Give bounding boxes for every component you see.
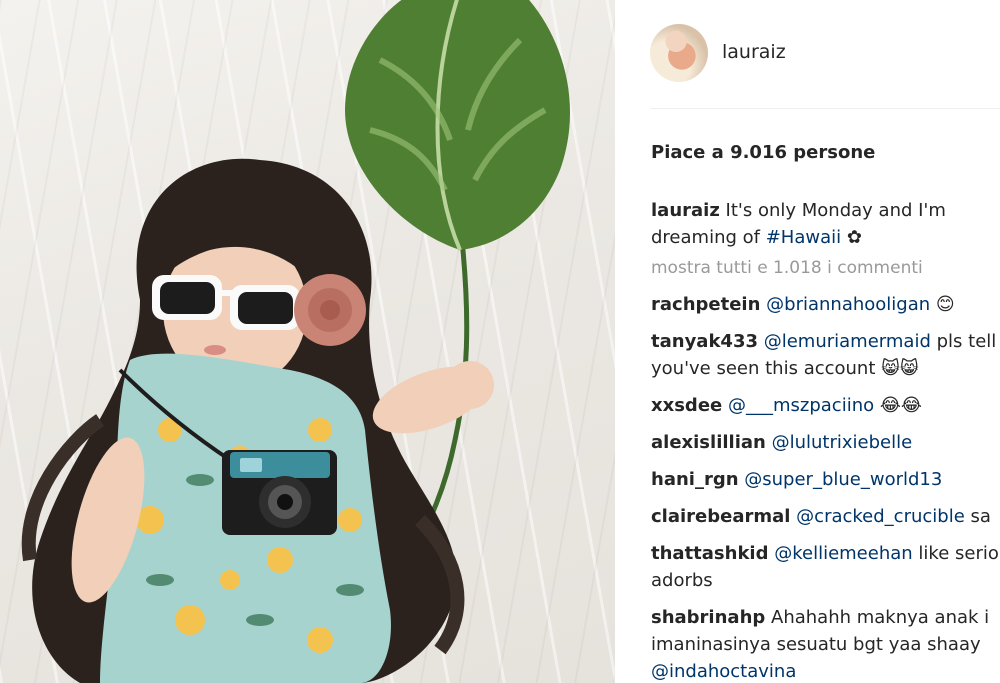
- comment-item: rachpetein @briannahooligan 😊: [651, 291, 1000, 318]
- likes-count[interactable]: Piace a 9.016 persone: [651, 142, 875, 163]
- post-photo[interactable]: [0, 0, 615, 683]
- comment-text: 😊: [935, 294, 955, 315]
- comment-mention[interactable]: @briannahooligan: [766, 294, 930, 315]
- hashtag-link[interactable]: #Hawaii: [766, 227, 841, 248]
- comment-text: like serio: [918, 543, 999, 564]
- comment-item: clairebearmal @cracked_crucible sa: [651, 503, 1000, 530]
- post-username[interactable]: lauraiz: [722, 41, 786, 63]
- comment-username[interactable]: xxsdee: [651, 395, 722, 416]
- comment-mention[interactable]: @kelliemeehan: [774, 543, 912, 564]
- comment-item: shabrinahp Ahahahh maknya anak i imanina…: [651, 604, 1000, 683]
- header-divider: [650, 108, 1000, 109]
- comment-username[interactable]: alexislillian: [651, 432, 766, 453]
- comment-mention[interactable]: @___mszpaciino: [728, 395, 874, 416]
- comment-mention[interactable]: @lemuriamermaid: [764, 331, 931, 352]
- comment-text: Ahahahh maknya anak i: [771, 607, 990, 628]
- caption: lauraiz It's only Monday and I'm dreamin…: [651, 197, 1000, 251]
- caption-username[interactable]: lauraiz: [651, 200, 720, 221]
- photo-illustration: [21, 0, 570, 683]
- comment-mention[interactable]: @cracked_crucible: [796, 506, 965, 527]
- post-header: lauraiz S: [650, 24, 1000, 84]
- comment-username[interactable]: clairebearmal: [651, 506, 790, 527]
- comment-text-continued: you've seen this account 😸😸: [651, 358, 919, 379]
- comment-item: alexislillian @lulutrixiebelle: [651, 429, 1000, 456]
- comment-username[interactable]: thattashkid: [651, 543, 768, 564]
- caption-emoji: ✿: [846, 227, 862, 248]
- comment-text: sa: [970, 506, 991, 527]
- comment-text-continued: adorbs: [651, 570, 713, 591]
- comment-item: thattashkid @kelliemeehan like serio ado…: [651, 540, 1000, 594]
- comment-text-continued: imaninasinya sesuatu bgt yaa shaay: [651, 634, 981, 655]
- caption-text-line1: It's only Monday and I'm: [725, 200, 946, 221]
- comment-text: 😂😂: [879, 395, 922, 416]
- comment-text: pls tell: [936, 331, 997, 352]
- comment-mention[interactable]: @lulutrixiebelle: [772, 432, 913, 453]
- comments-section: lauraiz It's only Monday and I'm dreamin…: [651, 197, 1000, 683]
- post-details-panel: lauraiz S Piace a 9.016 persone lauraiz …: [615, 0, 1000, 683]
- view-all-comments-link[interactable]: mostra tutti e 1.018 i commenti: [651, 257, 1000, 279]
- comment-item: tanyak433 @lemuriamermaid pls tell you'v…: [651, 328, 1000, 382]
- comment-mention[interactable]: @indahoctavina: [651, 658, 1000, 683]
- comment-username[interactable]: hani_rgn: [651, 469, 739, 490]
- comment-username[interactable]: rachpetein: [651, 294, 760, 315]
- comment-item: xxsdee @___mszpaciino 😂😂: [651, 392, 1000, 419]
- comment-username[interactable]: tanyak433: [651, 331, 758, 352]
- comment-mention[interactable]: @super_blue_world13: [744, 469, 942, 490]
- comment-item: hani_rgn @super_blue_world13: [651, 466, 1000, 493]
- comment-username[interactable]: shabrinahp: [651, 607, 765, 628]
- caption-text-line2: dreaming of: [651, 227, 760, 248]
- avatar[interactable]: [650, 24, 708, 82]
